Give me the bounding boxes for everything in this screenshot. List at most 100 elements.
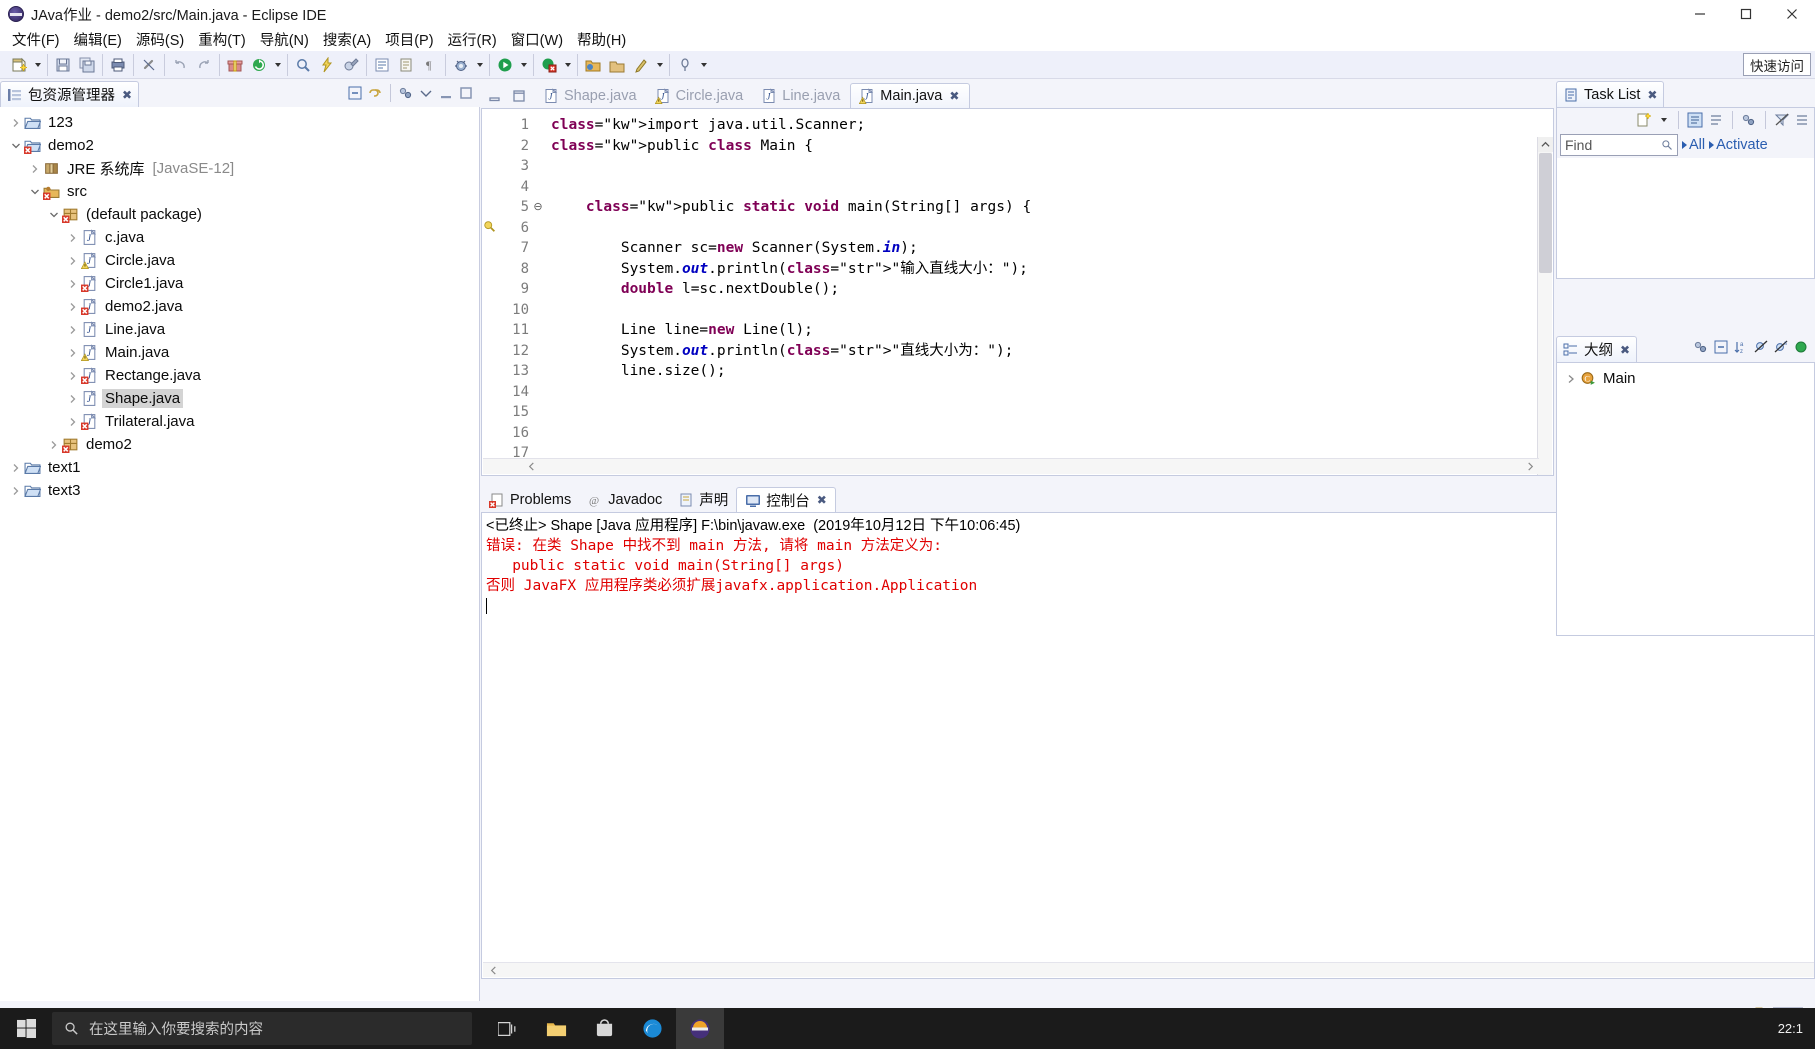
taskbar-search-input[interactable]: 在这里输入你要搜索的内容 — [52, 1012, 472, 1045]
edge-icon[interactable] — [628, 1008, 676, 1049]
close-icon[interactable]: ✖ — [1647, 88, 1657, 102]
taskbar-clock[interactable]: 22:1 — [1778, 1022, 1803, 1036]
tree-item-demo2[interactable]: demo2 — [0, 134, 479, 157]
tree-item-main-java[interactable]: J Main.java — [0, 341, 479, 364]
menu-navigate[interactable]: 导航(N) — [253, 27, 316, 52]
hide-nonpublic-icon[interactable] — [1793, 339, 1809, 355]
close-icon[interactable]: ✖ — [949, 89, 959, 103]
taskview-icon[interactable] — [484, 1008, 532, 1049]
link-break-icon[interactable] — [137, 54, 161, 76]
fold-marker[interactable] — [531, 320, 545, 341]
maximize-button[interactable] — [1723, 0, 1769, 28]
chevron-right-icon[interactable] — [27, 161, 43, 177]
code-line[interactable]: class="kw">import java.util.Scanner; — [545, 115, 1553, 136]
chevron-right-icon[interactable] — [1563, 371, 1579, 387]
eclipse-icon[interactable] — [676, 1008, 724, 1049]
chevron-right-icon[interactable] — [8, 483, 24, 499]
tab-outline[interactable]: 大纲 ✖ — [1556, 336, 1638, 362]
code-line[interactable]: System.out.println(class="str">"直线大小为：")… — [545, 341, 1553, 362]
chevron-down-icon[interactable] — [8, 138, 24, 154]
tab-task-list[interactable]: Task List ✖ — [1556, 81, 1665, 107]
menu-edit[interactable]: 编辑(E) — [67, 27, 129, 52]
menu-file[interactable]: 文件(F) — [5, 27, 67, 52]
focus-on-workweek-icon[interactable] — [1741, 112, 1757, 128]
chevron-right-icon[interactable] — [65, 230, 81, 246]
code-line[interactable]: Scanner sc=new Scanner(System.in); — [545, 238, 1553, 259]
chevron-right-icon[interactable] — [46, 437, 62, 453]
scroll-left-arrow-icon[interactable] — [489, 965, 498, 975]
code-editor[interactable]: class="kw">import java.util.Scanner; clas… — [545, 109, 1553, 475]
view-menu-icon[interactable] — [1795, 112, 1811, 128]
fold-marker[interactable] — [531, 300, 545, 321]
code-line[interactable] — [545, 156, 1553, 177]
open-type-icon[interactable] — [370, 54, 394, 76]
quick-access-box[interactable]: 快速访问 — [1743, 53, 1811, 76]
menu-run[interactable]: 运行(R) — [441, 27, 504, 52]
tree-item-demo2-java[interactable]: Jdemo2.java — [0, 295, 479, 318]
hide-fields-icon[interactable] — [1753, 339, 1769, 355]
maximize-icon[interactable] — [511, 88, 527, 104]
tab-package-explorer[interactable]: 包资源管理器 ✖ — [0, 81, 140, 107]
tree-item-rectange-java[interactable]: J Rectange.java — [0, 364, 479, 387]
code-line[interactable]: line.size(); — [545, 361, 1553, 382]
fold-marker[interactable] — [531, 136, 545, 157]
task-filter-activate[interactable]: Activate — [1709, 137, 1768, 153]
editor-tab-circle-java[interactable]: J Circle.java — [647, 83, 754, 108]
code-line[interactable] — [545, 382, 1553, 403]
collapse-all-icon[interactable] — [1713, 339, 1729, 355]
gift-icon[interactable] — [223, 54, 247, 76]
code-line[interactable] — [545, 300, 1553, 321]
filter-off-icon[interactable] — [1774, 112, 1790, 128]
hide-static-icon[interactable]: s — [1773, 339, 1789, 355]
console-tab-javadoc[interactable]: @ Javadoc — [579, 487, 670, 512]
console-tab-problems[interactable]: Problems — [481, 487, 579, 512]
run-dropdown-icon[interactable] — [517, 54, 530, 76]
run-last-icon[interactable] — [315, 54, 339, 76]
chevron-right-icon[interactable] — [8, 460, 24, 476]
link-with-editor-icon[interactable] — [367, 85, 383, 101]
search-icon[interactable] — [291, 54, 315, 76]
explorer-icon[interactable] — [532, 1008, 580, 1049]
save-all-icon[interactable] — [75, 54, 99, 76]
debug-dropdown-icon[interactable] — [473, 54, 486, 76]
close-button[interactable] — [1769, 0, 1815, 28]
search-icon[interactable] — [1661, 139, 1673, 151]
chevron-right-icon[interactable] — [65, 276, 81, 292]
tree-item-line-java[interactable]: J Line.java — [0, 318, 479, 341]
refresh-dropdown-icon[interactable] — [271, 54, 284, 76]
fold-marker[interactable] — [531, 156, 545, 177]
tree-item-c-java[interactable]: Jc.java — [0, 226, 479, 249]
menu-refactor[interactable]: 重构(T) — [191, 27, 253, 52]
editor-tab-main-java[interactable]: J Main.java ✖ — [850, 83, 971, 108]
run-icon[interactable] — [493, 54, 517, 76]
tree-item-demo2[interactable]: demo2 — [0, 433, 479, 456]
chevron-right-icon[interactable] — [65, 345, 81, 361]
fold-marker[interactable] — [531, 423, 545, 444]
editor-tab-shape-java[interactable]: J Shape.java — [535, 83, 647, 108]
tree-item-src[interactable]: src — [0, 180, 479, 203]
categorized-presentation-icon[interactable] — [1687, 112, 1703, 128]
windows-start-icon[interactable] — [0, 1008, 52, 1049]
coverage-dropdown-icon[interactable] — [561, 54, 574, 76]
package-explorer-tree[interactable]: 123 demo2 JRE 系统库 [JavaSE-12] src (default pa… — [0, 107, 480, 1001]
new-wizard-icon[interactable] — [7, 54, 31, 76]
undo-icon[interactable] — [168, 54, 192, 76]
view-menu-icon[interactable] — [398, 85, 414, 101]
code-line[interactable] — [545, 218, 1553, 239]
folding-ruler[interactable]: ⊖ — [531, 109, 545, 475]
fold-marker[interactable] — [531, 177, 545, 198]
new-class-icon[interactable] — [629, 54, 653, 76]
close-icon[interactable]: ✖ — [817, 493, 827, 507]
fold-marker[interactable] — [531, 218, 545, 239]
new-package-icon[interactable] — [605, 54, 629, 76]
fold-marker[interactable] — [531, 402, 545, 423]
scroll-up-arrow-icon[interactable] — [1538, 137, 1553, 152]
chevron-right-icon[interactable] — [65, 391, 81, 407]
external-tools-icon[interactable] — [339, 54, 363, 76]
scrollbar-thumb[interactable] — [1539, 153, 1552, 273]
fold-marker[interactable] — [531, 115, 545, 136]
chevron-right-icon[interactable] — [65, 299, 81, 315]
menu-search[interactable]: 搜索(A) — [316, 27, 378, 52]
save-icon[interactable] — [51, 54, 75, 76]
collapse-all-icon[interactable] — [347, 85, 363, 101]
